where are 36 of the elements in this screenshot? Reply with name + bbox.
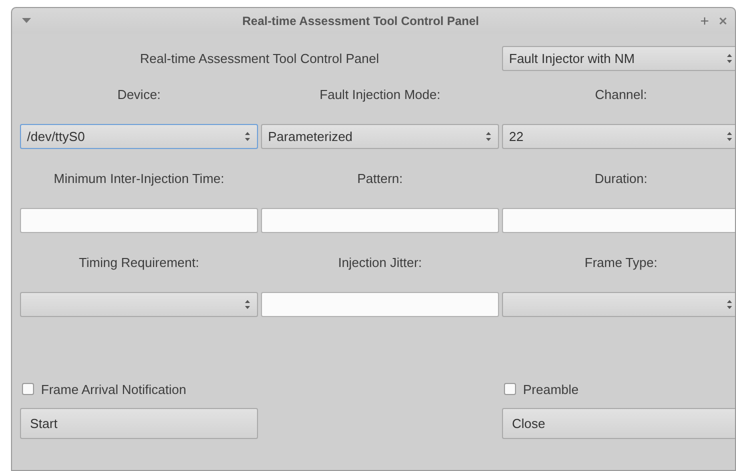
- spinner-arrows-icon: [244, 299, 251, 310]
- window-title: Real-time Assessment Tool Control Panel: [241, 14, 480, 28]
- dropdown[interactable]: /dev/ttyS0: [20, 124, 258, 149]
- field-label: Injection Jitter:: [337, 255, 423, 271]
- mode-select[interactable]: Fault Injector with NM: [502, 46, 735, 71]
- spinner-arrows-icon: [485, 131, 492, 142]
- close-button[interactable]: Close: [502, 408, 735, 439]
- field-label: Frame Type:: [584, 255, 658, 271]
- spinner-arrows-icon: [726, 53, 733, 64]
- field-label: Device:: [116, 87, 162, 103]
- dropdown[interactable]: [502, 292, 735, 317]
- dropdown[interactable]: 22: [502, 124, 735, 149]
- menu-caret-icon[interactable]: [22, 18, 31, 24]
- spinner-arrows-icon: [244, 131, 251, 142]
- field-label: Channel:: [594, 87, 648, 103]
- panel-heading: Real-time Assessment Tool Control Panel: [139, 50, 380, 66]
- maximize-button[interactable]: +: [700, 14, 709, 28]
- input-field[interactable]: [20, 208, 258, 233]
- field-label: Timing Requirement:: [78, 255, 200, 271]
- close-icon[interactable]: [719, 17, 727, 25]
- dropdown[interactable]: Parameterized: [261, 124, 499, 149]
- field-label: Minimum Inter-Injection Time:: [52, 171, 226, 187]
- checkbox[interactable]: [504, 383, 516, 395]
- field-label: Duration:: [594, 171, 648, 187]
- dropdown[interactable]: [20, 292, 258, 317]
- input-field[interactable]: [261, 292, 499, 317]
- checkbox-label[interactable]: Frame Arrival Notification: [41, 382, 186, 396]
- start-button[interactable]: Start: [20, 408, 258, 439]
- checkbox-label[interactable]: Preamble: [523, 382, 579, 396]
- spinner-arrows-icon: [726, 299, 733, 310]
- field-label: Fault Injection Mode:: [318, 87, 442, 103]
- field-label: Pattern:: [356, 171, 404, 187]
- input-field[interactable]: [261, 208, 499, 233]
- checkbox[interactable]: [22, 383, 34, 395]
- spinner-arrows-icon: [726, 131, 733, 142]
- input-field[interactable]: [502, 208, 735, 233]
